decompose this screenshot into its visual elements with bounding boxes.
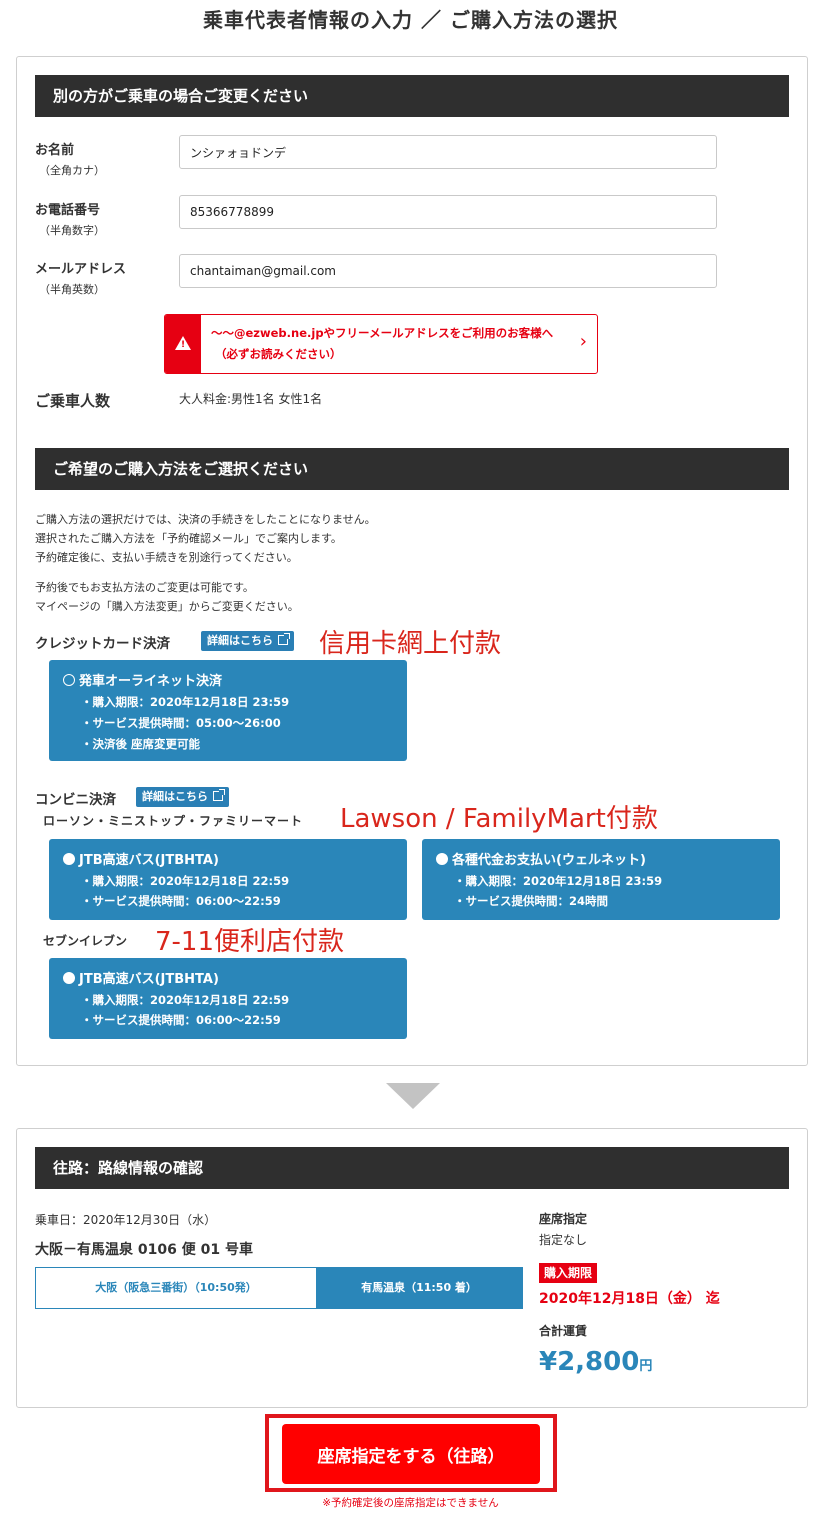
convenience-label: コンビニ決済: [35, 792, 116, 808]
option-detail: ・決済後 座席変更可能: [81, 737, 201, 751]
option-jtb-seven[interactable]: JTB高速バス(JTBHTA) ・購入期限：2020年12月18日 22:59 …: [49, 958, 407, 1039]
warning-subtext: （必ずお読みください）: [215, 347, 342, 361]
cta-note: ※予約確定後の座席指定はできません: [322, 1497, 499, 1509]
chevron-right-icon: ›: [579, 331, 587, 352]
email-label: メールアドレス: [35, 262, 127, 277]
option-detail: ・サービス提供時間：06:00〜22:59: [81, 894, 281, 908]
seat-value: 指定なし: [539, 1233, 588, 1247]
credit-detail-link[interactable]: 詳細はこちら: [201, 631, 294, 651]
phone-sublabel: （半角数字）: [39, 224, 105, 237]
purchase-notes: ご購入方法の選択だけでは、決済の手続きをしたことになりません。 選択されたご購入…: [35, 510, 376, 567]
boarding-date: 乗車日：2020年12月30日（水）: [35, 1213, 217, 1227]
fare-value: ¥2,800円: [539, 1347, 652, 1377]
convenience-detail-link[interactable]: 詳細はこちら: [136, 787, 229, 807]
stores-annotation: Lawson / FamilyMart付款: [340, 804, 658, 834]
credit-annotation: 信用卡網上付款: [319, 629, 502, 659]
seat-label: 座席指定: [539, 1212, 588, 1226]
option-detail: ・購入期限：2020年12月18日 23:59: [454, 874, 663, 888]
name-label: お名前: [35, 143, 75, 158]
option-detail: ・サービス提供時間：05:00〜26:00: [81, 716, 281, 730]
fare-unit: 円: [639, 1359, 653, 1374]
option-online-payment[interactable]: 発車オーライネット決済 ・購入期限：2020年12月18日 23:59 ・サービ…: [49, 660, 407, 761]
option-jtb-lawson[interactable]: JTB高速バス(JTBHTA) ・購入期限：2020年12月18日 22:59 …: [49, 839, 407, 920]
name-sublabel: （全角カナ）: [39, 164, 105, 177]
detail-link-label: 詳細はこちら: [207, 634, 273, 647]
route-stops: 大阪（阪急三番街）（10:50発） 有馬温泉（11:50 着）: [35, 1267, 523, 1309]
radio-icon[interactable]: [63, 853, 75, 865]
page-title: 乗車代表者情報の入力 ／ ご購入方法の選択: [203, 8, 618, 32]
option-title: 発車オーライネット決済: [79, 674, 223, 689]
option-title: JTB高速バス(JTBHTA): [79, 972, 219, 987]
seven-eleven-label: セブンイレブン: [43, 934, 128, 948]
detail-link-label: 詳細はこちら: [142, 790, 208, 803]
note-line: ご購入方法の選択だけでは、決済の手続きをしたことになりません。: [35, 513, 376, 526]
passenger-count-value: 大人料金:男性1名 女性1名: [179, 392, 323, 406]
external-link-icon: [278, 633, 290, 645]
note-line: マイページの「購入方法変更」からご変更ください。: [35, 600, 299, 613]
fare-label: 合計運賃: [539, 1324, 588, 1338]
passenger-purchase-card: 別の方がご乗車の場合ご変更ください お名前 （全角カナ） お電話番号 （半角数字…: [16, 56, 808, 1066]
passenger-section-header: 別の方がご乗車の場合ご変更ください: [35, 75, 789, 117]
email-sublabel: （半角英数）: [39, 283, 105, 296]
external-link-icon: [213, 789, 225, 801]
option-wellnet[interactable]: 各種代金お支払い(ウェルネット) ・購入期限：2020年12月18日 23:59…: [422, 839, 780, 920]
phone-input[interactable]: [179, 195, 717, 229]
option-title: JTB高速バス(JTBHTA): [79, 853, 219, 868]
purchase-section-header: ご希望のご購入方法をご選択ください: [35, 448, 789, 490]
warning-icon: !: [165, 315, 201, 373]
email-input[interactable]: [179, 254, 717, 288]
payment-change-notes: 予約後でもお支払方法のご変更は可能です。 マイページの「購入方法変更」からご変更…: [35, 578, 299, 616]
arrival-stop: 有馬温泉（11:50 着）: [316, 1268, 522, 1308]
freemail-warning-link[interactable]: ! 〜〜@ezweb.ne.jpやフリーメールアドレスをご利用のお客様へ （必ず…: [164, 314, 598, 374]
option-detail: ・サービス提供時間：24時間: [454, 894, 609, 908]
route-name: 大阪－有馬温泉 0106 便 01 号車: [35, 1242, 253, 1258]
radio-icon[interactable]: [63, 674, 75, 686]
route-section-header: 往路：路線情報の確認: [35, 1147, 789, 1189]
departure-stop: 大阪（阪急三番街）（10:50発）: [36, 1268, 316, 1308]
radio-icon[interactable]: [436, 853, 448, 865]
option-detail: ・サービス提供時間：06:00〜22:59: [81, 1013, 281, 1027]
seat-selection-button[interactable]: 座席指定をする（往路）: [282, 1424, 540, 1484]
note-line: 予約後でもお支払方法のご変更は可能です。: [35, 581, 254, 594]
option-detail: ・購入期限：2020年12月18日 23:59: [81, 695, 290, 709]
option-detail: ・購入期限：2020年12月18日 22:59: [81, 993, 290, 1007]
note-line: 選択されたご購入方法を「予約確認メール」でご案内します。: [35, 532, 342, 545]
credit-card-label: クレジットカード決済: [35, 636, 170, 652]
deadline-badge: 購入期限: [539, 1263, 598, 1283]
radio-icon[interactable]: [63, 972, 75, 984]
route-confirmation-card: 往路：路線情報の確認 乗車日：2020年12月30日（水） 大阪－有馬温泉 01…: [16, 1128, 808, 1408]
note-line: 予約確定後に、支払い手続きを別途行ってください。: [35, 551, 298, 564]
option-title: 各種代金お支払い(ウェルネット): [452, 853, 646, 868]
option-detail: ・購入期限：2020年12月18日 22:59: [81, 874, 290, 888]
name-input[interactable]: [179, 135, 717, 169]
deadline-date: 2020年12月18日（金） 迄: [539, 1291, 720, 1307]
seven-eleven-annotation: 7-11便利店付款: [155, 927, 345, 957]
passenger-count-label: ご乗車人数: [35, 392, 111, 410]
phone-label: お電話番号: [35, 203, 101, 218]
stores-label: ローソン・ミニストップ・ファミリーマート: [43, 814, 304, 828]
fare-amount: ¥2,800: [539, 1347, 640, 1377]
warning-text: 〜〜@ezweb.ne.jpやフリーメールアドレスをご利用のお客様へ: [211, 326, 554, 340]
arrow-down-icon: [386, 1083, 440, 1109]
